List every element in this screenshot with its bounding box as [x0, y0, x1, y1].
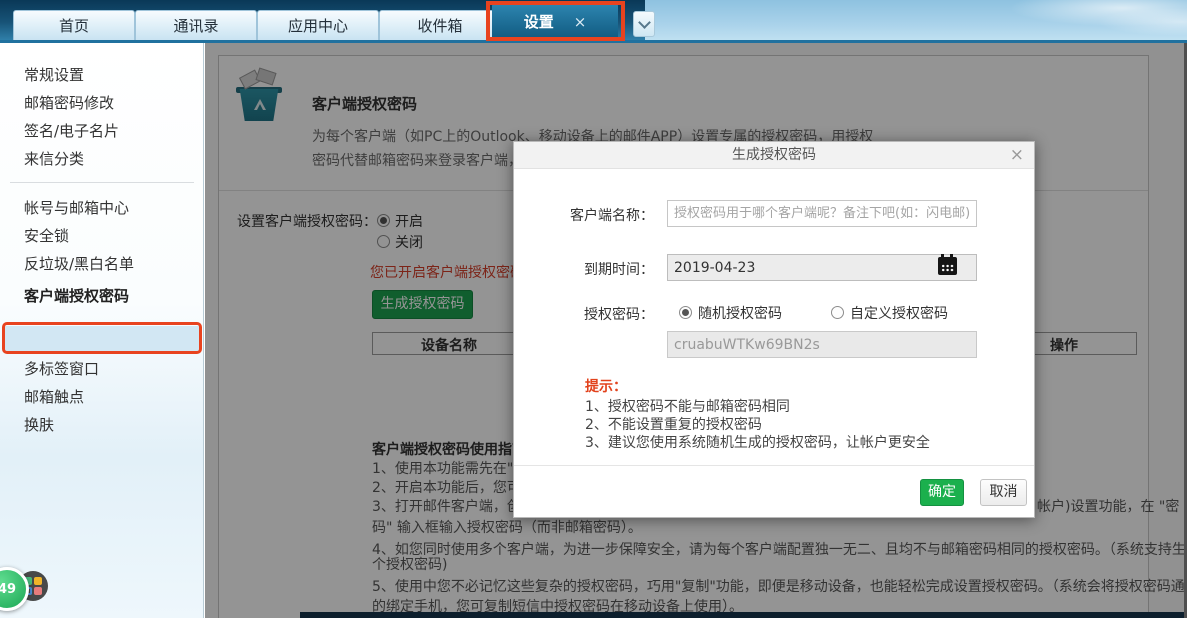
dialog-title: 生成授权密码	[732, 147, 816, 163]
tab-settings[interactable]: 设置 ×	[492, 3, 618, 40]
sidebar-item-password-change[interactable]: 邮箱密码修改	[24, 93, 114, 113]
auth-password-label: 授权密码：	[584, 307, 654, 323]
radio-custom-password[interactable]	[831, 306, 844, 319]
settings-sidebar: 常规设置 邮箱密码修改 签名/电子名片 来信分类 帐号与邮箱中心 安全锁 反垃圾…	[0, 43, 204, 618]
sidebar-item-security-lock[interactable]: 安全锁	[24, 226, 69, 246]
webmail-settings-page: 首页 通讯录 应用中心 收件箱 设置 × 常规设置 邮箱密码修改 签名/电子名片…	[0, 0, 1187, 618]
badge-count: 49	[0, 581, 17, 597]
client-name-input[interactable]	[667, 200, 977, 227]
generated-password-field[interactable]	[667, 331, 977, 358]
tab-settings-label: 设置	[523, 13, 554, 31]
client-name-label: 客户端名称：	[570, 208, 654, 224]
sidebar-divider	[10, 182, 194, 183]
radio-random-password-label[interactable]: 随机授权密码	[698, 303, 782, 323]
calendar-icon[interactable]	[938, 254, 957, 275]
generate-password-dialog: 生成授权密码 × 客户端名称： 到期时间： 授权密码： 随机授权密码 自定义授权…	[513, 141, 1035, 518]
radio-custom-password-label[interactable]: 自定义授权密码	[850, 303, 948, 323]
tab-home[interactable]: 首页	[13, 10, 135, 40]
radio-random-password[interactable]	[679, 306, 692, 319]
tab-close-icon[interactable]: ×	[574, 13, 587, 31]
sidebar-item-antispam[interactable]: 反垃圾/黑白名单	[24, 254, 134, 274]
tab-app-center[interactable]: 应用中心	[257, 10, 379, 40]
tab-bar: 首页 通讯录 应用中心 收件箱 设置 ×	[0, 0, 1187, 40]
tab-inbox[interactable]: 收件箱	[379, 10, 501, 40]
tab-contacts[interactable]: 通讯录	[135, 10, 257, 40]
tips-title: 提示：	[585, 379, 627, 395]
sidebar-item-multitab[interactable]: 多标签窗口	[24, 359, 99, 379]
cancel-button[interactable]: 取消	[980, 479, 1027, 506]
chevron-down-icon	[637, 15, 651, 29]
sidebar-item-skin[interactable]: 换肤	[24, 415, 54, 435]
sidebar-item-signature[interactable]: 签名/电子名片	[24, 121, 119, 141]
tip-item: 1、授权密码不能与邮箱密码相同	[585, 399, 790, 415]
tab-overflow-button[interactable]	[633, 11, 655, 37]
expire-date-input[interactable]	[667, 254, 977, 281]
tip-item: 2、不能设置重复的授权密码	[585, 417, 762, 433]
sidebar-active-highlight	[5, 326, 199, 351]
dialog-footer-divider	[514, 465, 1034, 466]
expire-date-label: 到期时间：	[584, 262, 654, 278]
sky-banner	[645, 0, 1187, 40]
confirm-button[interactable]: 确定	[920, 479, 964, 506]
sidebar-item-account-center[interactable]: 帐号与邮箱中心	[24, 198, 129, 218]
sidebar-item-general[interactable]: 常规设置	[24, 65, 84, 85]
sidebar-item-client-auth-password[interactable]: 客户端授权密码	[24, 286, 129, 306]
sidebar-item-mail-sorting[interactable]: 来信分类	[24, 149, 84, 169]
sidebar-divider	[10, 322, 194, 323]
close-icon[interactable]: ×	[1010, 144, 1024, 166]
sidebar-item-mail-touchpoint[interactable]: 邮箱触点	[24, 387, 84, 407]
tip-item: 3、建议您使用系统随机生成的授权密码，让帐户更安全	[585, 435, 930, 451]
